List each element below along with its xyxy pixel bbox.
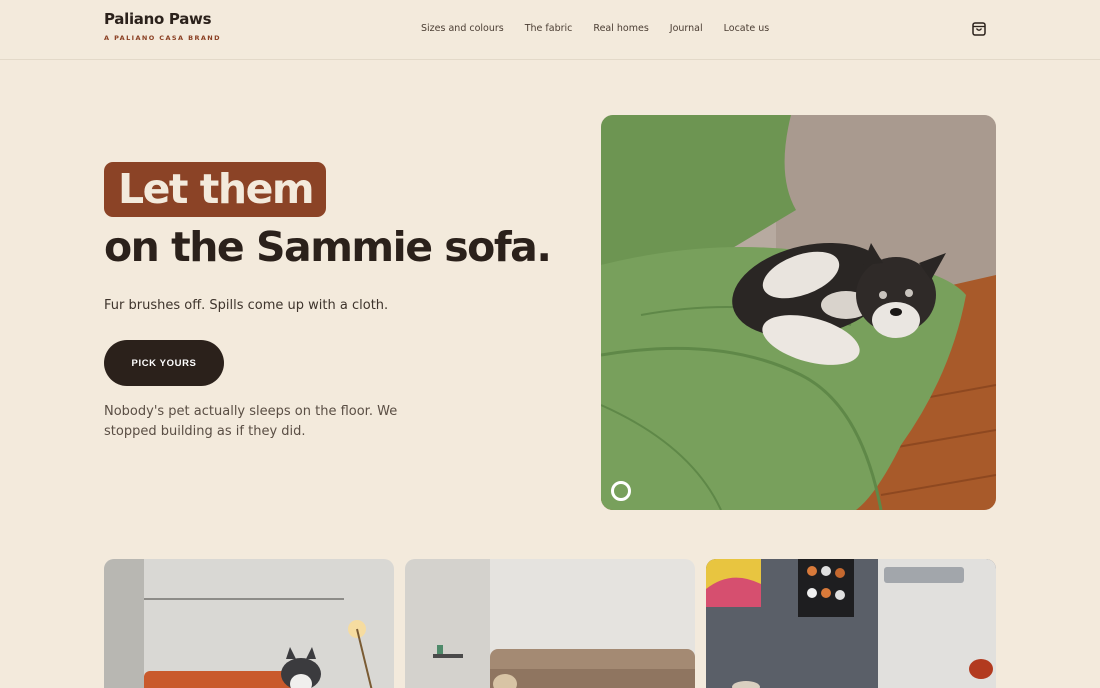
- nav-item-the-fabric[interactable]: The fabric: [525, 23, 573, 34]
- nav-item-real-homes[interactable]: Real homes: [593, 23, 648, 34]
- nav-item-sizes-and-colours[interactable]: Sizes and colours: [421, 23, 504, 34]
- site-header: Paliano Paws A PALIANO CASA BRAND Sizes …: [0, 0, 1100, 60]
- brand-logo[interactable]: Paliano Paws A PALIANO CASA BRAND: [104, 10, 221, 42]
- hero-body-text: Nobody's pet actually sleeps on the floo…: [104, 404, 398, 439]
- hero-subhead: Fur brushes off. Spills come up with a c…: [104, 298, 389, 313]
- nav-item-journal[interactable]: Journal: [670, 23, 703, 34]
- hero-image: [601, 115, 996, 510]
- thumbnail-husky[interactable]: [104, 559, 394, 688]
- brand-name: Paliano Paws: [104, 10, 212, 28]
- nav-item-locate-us[interactable]: Locate us: [724, 23, 770, 34]
- thumbnail-dog-posters[interactable]: [706, 559, 996, 688]
- carousel-indicator[interactable]: [611, 481, 631, 501]
- headline-highlight: Let them: [104, 162, 327, 217]
- main-nav: Sizes and colours The fabric Real homes …: [421, 23, 769, 34]
- thumbnail-tan-sofa[interactable]: [405, 559, 695, 688]
- pick-yours-button[interactable]: PICK YOURS: [104, 340, 224, 386]
- headline: on the Sammie sofa.: [104, 223, 552, 271]
- shopping-bag-icon[interactable]: [971, 20, 987, 37]
- hero-copy: Let them on the Sammie sofa. Fur brushes…: [104, 162, 552, 442]
- brand-tagline: A PALIANO CASA BRAND: [104, 34, 221, 42]
